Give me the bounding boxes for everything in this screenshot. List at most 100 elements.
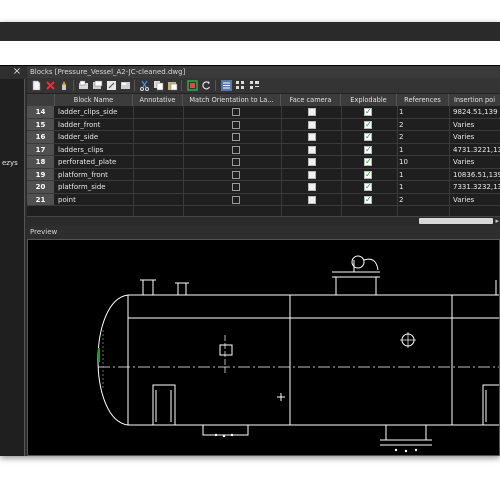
- match-orientation-checkbox[interactable]: [232, 158, 240, 166]
- cut-icon[interactable]: [139, 80, 150, 91]
- scroll-right-icon[interactable]: ▸: [495, 217, 499, 226]
- explodable-checkbox[interactable]: [364, 170, 372, 180]
- block-name-cell[interactable]: platform_side: [55, 181, 133, 193]
- toolbar-separator: [134, 80, 135, 91]
- horizontal-scrollbar[interactable]: ▸: [27, 216, 500, 226]
- block-name-cell[interactable]: ladder_front: [55, 119, 133, 131]
- table-header: Block Name Annotative Match Orientation …: [27, 94, 500, 106]
- table-row[interactable]: 16 ladder_side 2 Varies: [27, 131, 500, 144]
- references-cell: 1: [399, 145, 404, 154]
- block-name-cell[interactable]: point: [55, 194, 133, 206]
- face-camera-checkbox[interactable]: [308, 145, 316, 154]
- block-name-cell[interactable]: ladder_clips_side: [55, 106, 133, 118]
- block-name-cell[interactable]: ladders_clips: [55, 144, 133, 156]
- row-number: 14: [27, 106, 54, 118]
- match-orientation-checkbox[interactable]: [232, 183, 240, 191]
- insertion-point-cell: Varies: [453, 195, 475, 204]
- view-list-icon[interactable]: [221, 80, 232, 91]
- insertion-point-cell: 7331.3232,13: [453, 183, 500, 191]
- row-number: 16: [27, 131, 54, 143]
- toolbar-separator: [73, 80, 74, 91]
- nozzle-top-left-2: [175, 282, 189, 295]
- copy-icon[interactable]: [153, 80, 164, 91]
- scrollbar-thumb[interactable]: [419, 218, 493, 224]
- match-orientation-checkbox[interactable]: [232, 145, 240, 154]
- insertion-point-cell: Varies: [453, 158, 475, 166]
- blocks-table: Block Name Annotative Match Orientation …: [27, 94, 500, 216]
- nozzle-top-left-1: [140, 279, 156, 295]
- table-row[interactable]: 20 platform_side 1 7331.3232,13: [27, 181, 500, 194]
- face-camera-checkbox[interactable]: [308, 158, 316, 166]
- block-name-cell[interactable]: perforated_plate: [55, 156, 133, 168]
- view-details-icon[interactable]: [249, 80, 260, 91]
- insertion-point-cell: Varies: [453, 133, 475, 141]
- table-row[interactable]: 21 point 2 Varies: [27, 193, 500, 206]
- column-header-match-orientation[interactable]: Match Orientation to La...: [183, 94, 281, 106]
- preview-label: Preview: [27, 226, 500, 239]
- face-camera-checkbox[interactable]: [308, 195, 316, 204]
- blocks-application-window: × ezys Blocks [Pressure_Vessel_A2-JC-cle…: [0, 22, 500, 456]
- table-row[interactable]: 19 platform_front 1 10836.51,139: [27, 168, 500, 181]
- column-header-insertion-point[interactable]: Insertion poi: [449, 94, 500, 106]
- table-row[interactable]: 14 ladder_clips_side 1 9824.51,139: [27, 106, 500, 119]
- select-icon[interactable]: [187, 80, 198, 91]
- new-block-icon[interactable]: [31, 80, 42, 91]
- block-properties-icon[interactable]: [120, 80, 131, 91]
- close-icon[interactable]: ×: [10, 66, 24, 78]
- table-row[interactable]: 17 ladders_clips 1 4731.3221,13: [27, 143, 500, 156]
- explodable-checkbox[interactable]: [364, 107, 372, 117]
- left-panel-text: ezys: [2, 159, 18, 167]
- manway-top: [332, 260, 380, 295]
- block-name-cell[interactable]: ladder_side: [55, 131, 133, 143]
- table-row[interactable]: 18 perforated_plate 10 Varies: [27, 156, 500, 169]
- block-name-cell[interactable]: platform_front: [55, 169, 133, 181]
- left-panel-body: ezys: [0, 79, 25, 456]
- view-icons-icon[interactable]: [235, 80, 246, 91]
- row-number: 15: [27, 118, 54, 130]
- column-header-block-name[interactable]: Block Name: [55, 94, 133, 106]
- match-orientation-checkbox[interactable]: [232, 108, 240, 116]
- face-camera-checkbox[interactable]: [308, 108, 316, 116]
- explodable-checkbox[interactable]: [364, 120, 372, 130]
- column-header-face-camera[interactable]: Face camera: [281, 94, 341, 106]
- column-header-annotative[interactable]: Annotative: [133, 94, 183, 106]
- delete-icon[interactable]: [45, 80, 56, 91]
- column-header-index[interactable]: [27, 94, 55, 106]
- redefine-icon[interactable]: [201, 80, 212, 91]
- face-camera-checkbox[interactable]: [308, 170, 316, 179]
- insertion-point-cell: 4731.3221,13: [453, 145, 500, 154]
- references-cell: 2: [399, 133, 404, 141]
- explodable-checkbox[interactable]: [364, 157, 372, 167]
- paste-icon[interactable]: [167, 80, 178, 91]
- explodable-checkbox[interactable]: [364, 132, 372, 142]
- purge-icon[interactable]: [59, 80, 70, 91]
- insertion-point-cell: 9824.51,139: [453, 108, 498, 116]
- block-editor-icon[interactable]: [106, 80, 117, 91]
- row-number: 17: [27, 143, 54, 155]
- column-header-references[interactable]: References: [397, 94, 449, 106]
- face-camera-checkbox[interactable]: [308, 133, 316, 141]
- window-title: Blocks [Pressure_Vessel_A2-JC-cleaned.dw…: [27, 66, 500, 78]
- explodable-checkbox[interactable]: [364, 145, 372, 155]
- references-cell: 2: [399, 120, 404, 129]
- explodable-checkbox[interactable]: [364, 182, 372, 192]
- explodable-checkbox[interactable]: [364, 195, 372, 205]
- row-number: 20: [27, 181, 54, 193]
- cross-marker: [277, 393, 285, 401]
- face-camera-checkbox[interactable]: [308, 120, 316, 129]
- insert-icon[interactable]: [78, 80, 89, 91]
- match-orientation-checkbox[interactable]: [232, 120, 240, 129]
- match-orientation-checkbox[interactable]: [232, 195, 240, 204]
- toolbar-separator: [215, 80, 216, 91]
- small-nozzle: [219, 344, 233, 356]
- column-header-explodable[interactable]: Explodable: [341, 94, 397, 106]
- row-number: 21: [27, 193, 54, 205]
- vessel-head-left: [97, 294, 129, 426]
- write-block-icon[interactable]: [92, 80, 103, 91]
- references-cell: 1: [399, 183, 404, 191]
- top-bar: [0, 22, 500, 41]
- match-orientation-checkbox[interactable]: [232, 133, 240, 141]
- face-camera-checkbox[interactable]: [308, 183, 316, 191]
- match-orientation-checkbox[interactable]: [232, 170, 240, 179]
- table-row[interactable]: 15 ladder_front 2 Varies: [27, 118, 500, 131]
